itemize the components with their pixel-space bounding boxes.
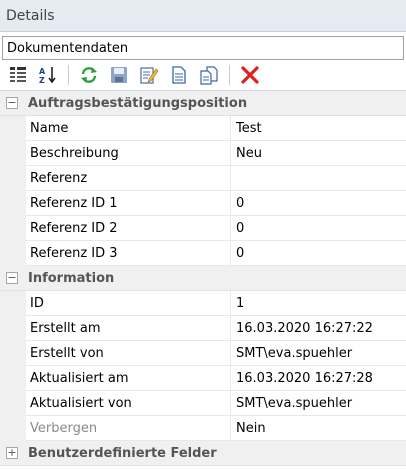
property-value[interactable]: 1	[231, 291, 406, 316]
categorized-view-icon	[10, 67, 26, 82]
property-value[interactable]: 0	[231, 216, 406, 241]
category-title: Auftragsbestätigungsposition	[28, 95, 248, 111]
property-name: Erstellt von	[26, 341, 231, 366]
expand-icon[interactable]: +	[6, 447, 18, 459]
svg-text:Z: Z	[39, 76, 45, 85]
delete-icon	[241, 66, 259, 84]
alphabetical-sort-button[interactable]: A Z	[36, 63, 60, 87]
panel-title-text: Details	[6, 7, 55, 24]
property-name: Erstellt am	[26, 316, 231, 341]
property-value[interactable]	[231, 166, 406, 191]
toolbar-separator	[68, 65, 69, 85]
data-selector-dropdown[interactable]: Dokumentendaten	[2, 36, 404, 60]
data-selector-value: Dokumentendaten	[7, 40, 129, 56]
property-name: Aktualisiert von	[26, 391, 231, 416]
property-name: Verbergen	[26, 416, 231, 441]
property-value[interactable]: Nein	[231, 416, 406, 441]
property-row[interactable]: Beschreibung Neu	[0, 141, 406, 166]
property-name: Referenz	[26, 166, 231, 191]
save-button[interactable]	[107, 63, 131, 87]
property-value[interactable]: Neu	[231, 141, 406, 166]
category-header[interactable]: − Auftragsbestätigungsposition	[0, 91, 406, 116]
toolbar: A Z	[0, 60, 406, 91]
svg-text:A: A	[39, 67, 46, 76]
property-value[interactable]: SMT\eva.spuehler	[231, 341, 406, 366]
property-value[interactable]: 0	[231, 241, 406, 266]
property-row[interactable]: Referenz	[0, 166, 406, 191]
property-row[interactable]: Referenz ID 3 0	[0, 241, 406, 266]
property-value[interactable]: 16.03.2020 16:27:22	[231, 316, 406, 341]
delete-button[interactable]	[238, 63, 262, 87]
edit-button[interactable]	[137, 63, 161, 87]
category-title: Benutzerdefinierte Felder	[28, 445, 217, 461]
property-name: Beschreibung	[26, 141, 231, 166]
property-row[interactable]: Name Test	[0, 116, 406, 141]
property-row[interactable]: ID 1	[0, 291, 406, 316]
refresh-icon	[81, 67, 97, 83]
property-row[interactable]: Erstellt von SMT\eva.spuehler	[0, 341, 406, 366]
new-document-icon	[172, 66, 186, 84]
refresh-button[interactable]	[77, 63, 101, 87]
categorized-view-button[interactable]	[6, 63, 30, 87]
new-document-button[interactable]	[167, 63, 191, 87]
category-title: Information	[28, 270, 115, 286]
property-value[interactable]: 16.03.2020 16:27:28	[231, 366, 406, 391]
property-row[interactable]: Erstellt am 16.03.2020 16:27:22	[0, 316, 406, 341]
panel-title: Details	[0, 0, 406, 32]
alphabetical-sort-icon: A Z	[39, 67, 56, 85]
toolbar-separator	[229, 65, 230, 85]
property-row[interactable]: Aktualisiert am 16.03.2020 16:27:28	[0, 366, 406, 391]
property-name: Referenz ID 3	[26, 241, 231, 266]
property-row[interactable]: Verbergen Nein	[0, 416, 406, 441]
category-header[interactable]: + Benutzerdefinierte Felder	[0, 441, 406, 466]
property-name: Referenz ID 2	[26, 216, 231, 241]
property-grid: − Auftragsbestätigungsposition Name Test…	[0, 91, 406, 466]
collapse-icon[interactable]: −	[6, 97, 18, 109]
edit-icon	[140, 67, 159, 84]
property-row[interactable]: Referenz ID 2 0	[0, 216, 406, 241]
property-name: Aktualisiert am	[26, 366, 231, 391]
property-name: ID	[26, 291, 231, 316]
copy-button[interactable]	[197, 63, 221, 87]
property-row[interactable]: Referenz ID 1 0	[0, 191, 406, 216]
property-name: Name	[26, 116, 231, 141]
property-row[interactable]: Aktualisiert von SMT\eva.spuehler	[0, 391, 406, 416]
property-value[interactable]: SMT\eva.spuehler	[231, 391, 406, 416]
copy-icon	[200, 66, 218, 85]
property-name: Referenz ID 1	[26, 191, 231, 216]
save-icon	[111, 67, 127, 83]
property-value[interactable]: Test	[231, 116, 406, 141]
collapse-icon[interactable]: −	[6, 272, 18, 284]
property-value[interactable]: 0	[231, 191, 406, 216]
category-header[interactable]: − Information	[0, 266, 406, 291]
